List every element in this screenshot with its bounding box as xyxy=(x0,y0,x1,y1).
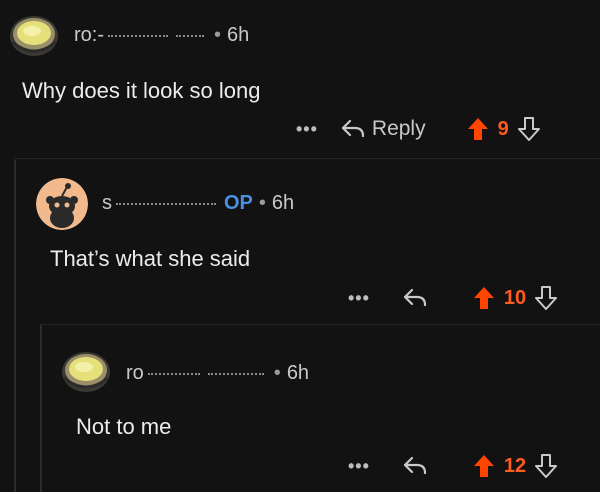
more-options-icon[interactable]: ••• xyxy=(348,288,370,309)
reply-label: Reply xyxy=(371,117,426,140)
avatar[interactable] xyxy=(36,178,88,230)
redacted-username xyxy=(207,373,264,378)
comment-age: 6h xyxy=(227,24,250,46)
vote-controls: 12 xyxy=(472,453,558,479)
comment-body: Why does it look so long xyxy=(22,78,261,103)
vote-score: 12 xyxy=(503,454,527,477)
upvote-arrow-icon[interactable] xyxy=(472,453,496,479)
downvote-arrow-icon[interactable] xyxy=(534,285,558,311)
comment-thread: ro:- • 6h Why does it look so long ••• R… xyxy=(0,0,600,492)
meta-separator: • xyxy=(214,24,222,46)
vote-score: 10 xyxy=(503,286,527,309)
upvote-arrow-icon[interactable] xyxy=(466,116,490,142)
downvote-arrow-icon[interactable] xyxy=(517,116,541,142)
meta-separator: • xyxy=(258,192,266,214)
thread-line-divider xyxy=(14,158,600,159)
meta-separator: • xyxy=(273,362,281,384)
vote-score: 9 xyxy=(497,117,509,140)
avatar[interactable] xyxy=(60,348,112,394)
thread-line-level-1[interactable] xyxy=(14,160,16,492)
comment-actions: ••• Reply 9 xyxy=(296,114,541,144)
upvote-arrow-icon[interactable] xyxy=(472,285,496,311)
thread-line-level-2[interactable] xyxy=(40,325,42,492)
vote-controls: 10 xyxy=(472,285,558,311)
reply-button[interactable] xyxy=(402,455,428,477)
username[interactable]: s xyxy=(102,192,112,215)
redacted-username xyxy=(116,203,216,208)
username[interactable]: ro:- xyxy=(74,24,104,47)
comment-meta: ro • 6h xyxy=(126,362,309,385)
comment-actions: ••• 12 xyxy=(348,451,558,481)
vote-controls: 9 xyxy=(466,116,541,142)
reply-arrow-icon xyxy=(403,456,427,475)
redacted-username xyxy=(147,373,200,378)
op-badge: OP xyxy=(224,192,253,214)
teacup-avatar-icon xyxy=(62,352,110,392)
teacup-avatar-icon xyxy=(10,16,58,56)
comment-actions: ••• 10 xyxy=(348,283,558,313)
comment-meta: ro:- • 6h xyxy=(74,24,249,47)
comment-age: 6h xyxy=(286,362,310,384)
avatar[interactable] xyxy=(8,12,60,58)
reply-arrow-icon xyxy=(403,288,427,307)
reply-arrow-icon xyxy=(341,119,365,138)
more-options-icon[interactable]: ••• xyxy=(348,456,370,477)
comment-age: 6h xyxy=(271,192,295,214)
comment-body: Not to me xyxy=(76,414,172,439)
reply-button[interactable] xyxy=(402,287,428,309)
comment-meta: s OP • 6h xyxy=(102,192,294,215)
snoo-avatar-icon xyxy=(36,178,88,230)
thread-line-divider xyxy=(40,324,600,325)
comment-body: That’s what she said xyxy=(50,246,251,271)
redacted-username xyxy=(176,35,204,40)
reply-button[interactable]: Reply xyxy=(340,117,426,141)
username[interactable]: ro xyxy=(126,362,144,385)
redacted-username xyxy=(108,35,168,40)
more-options-icon[interactable]: ••• xyxy=(296,119,318,140)
downvote-arrow-icon[interactable] xyxy=(534,453,558,479)
